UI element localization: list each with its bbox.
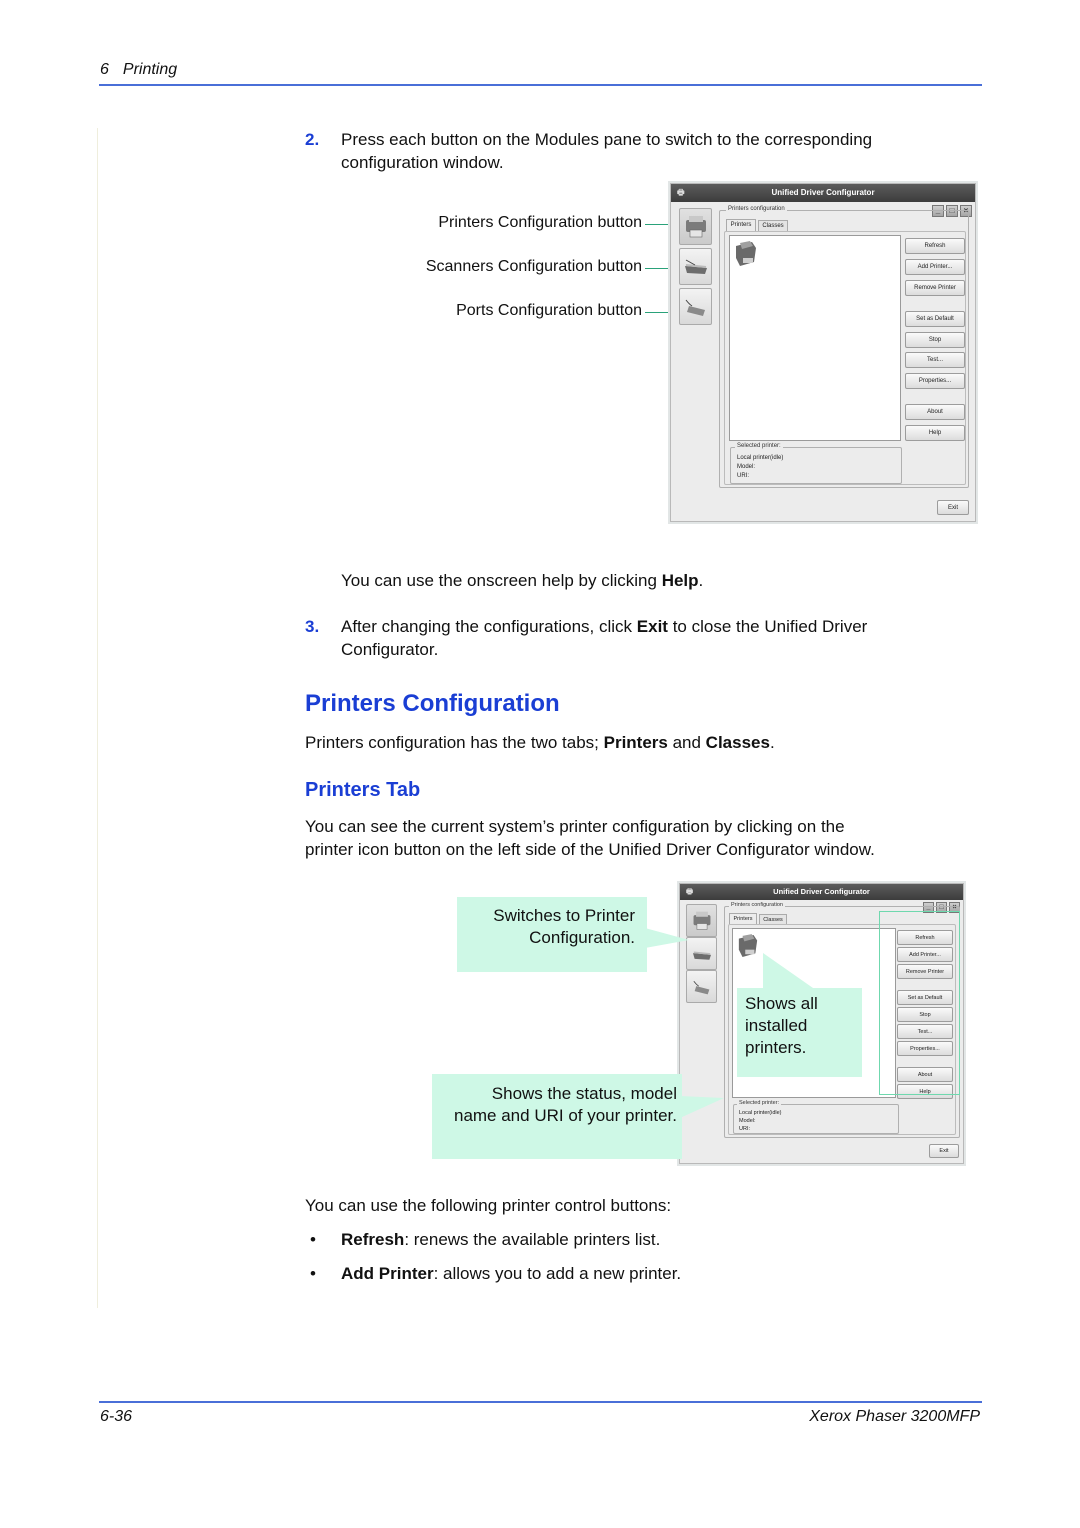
window-title: Unified Driver Configurator <box>773 887 870 896</box>
selected-printer-label: Selected printer: <box>737 1100 782 1106</box>
test-button[interactable]: Test... <box>905 352 965 368</box>
printer-uri: URI: <box>739 1126 750 1132</box>
product-name: Xerox Phaser 3200MFP <box>809 1408 980 1425</box>
printers-configuration-group: Printers configuration Printers Classes … <box>719 206 969 488</box>
subsection-title: Printers Tab <box>305 779 421 801</box>
tab-panel: Refresh Add Printer... Remove Printer Se… <box>724 231 966 485</box>
page-number: 6-36 <box>100 1408 133 1425</box>
footer-rule <box>99 1401 982 1403</box>
stop-button[interactable]: Stop <box>905 332 965 348</box>
installed-printer-icon[interactable] <box>734 240 758 268</box>
bullet-add-printer: • Add Printer: allows you to add a new pr… <box>310 1264 682 1283</box>
unified-driver-configurator-window: 🖶 Unified Driver Configurator _ □ × Prin… <box>670 183 976 522</box>
tab-printers[interactable]: Printers <box>729 913 757 924</box>
step-3-text: After changing the configurations, click… <box>341 617 868 659</box>
scanner-icon <box>692 951 711 960</box>
chapter-title: Printing <box>122 61 178 78</box>
section-title: Printers Configuration <box>305 690 560 717</box>
printer-list[interactable] <box>729 235 901 441</box>
ports-module-button[interactable] <box>679 288 712 325</box>
printer-status: Local printer(idle) <box>739 1110 782 1116</box>
section-intro: Printers configuration has the two tabs;… <box>305 733 775 752</box>
printer-status: Local printer(idle) <box>737 455 784 461</box>
help-button[interactable]: Help <box>905 425 965 441</box>
callout-ports-config: Ports Configuration button <box>456 302 642 319</box>
group-label: Printers configuration <box>729 902 785 908</box>
about-button[interactable]: About <box>905 404 965 420</box>
exit-button[interactable]: Exit <box>937 500 969 515</box>
scanner-icon <box>684 259 707 274</box>
set-as-default-button[interactable]: Set as Default <box>905 311 965 327</box>
add-printer-button[interactable]: Add Printer... <box>905 259 965 275</box>
callout-shows-all-printers: Shows all installed printers. <box>737 988 862 1077</box>
window-title: Unified Driver Configurator <box>771 188 875 197</box>
callout-switch-printer: Switches to Printer Configuration. <box>457 897 647 972</box>
selected-printer-label: Selected printer: <box>735 443 783 449</box>
step-2-number: 2. <box>305 130 320 149</box>
remove-printer-button[interactable]: Remove Printer <box>905 280 965 296</box>
printer-uri: URI: <box>737 473 749 479</box>
callout-printers-config: Printers Configuration button <box>438 214 642 231</box>
printer-icon <box>693 911 710 930</box>
selected-printer-group: Selected printer: Local printer(idle) Mo… <box>730 443 902 484</box>
callout-pointer <box>645 928 689 948</box>
title-bar: 🖶 Unified Driver Configurator _ □ × <box>680 884 963 913</box>
callout-scanners-config: Scanners Configuration button <box>425 258 642 275</box>
selected-printer-group: Selected printer: Local printer(idle) Mo… <box>733 1100 899 1134</box>
printers-module-button[interactable] <box>679 208 712 245</box>
bullet-refresh: • Refresh: renews the available printers … <box>310 1230 661 1249</box>
printer-icon <box>685 215 706 237</box>
printer-model: Model: <box>737 464 756 470</box>
controls-intro: You can use the following printer contro… <box>305 1196 672 1215</box>
step-2-text: Press each button on the Modules pane to… <box>341 130 873 172</box>
title-bar: 🖶 Unified Driver Configurator _ □ × <box>671 184 975 217</box>
running-header: 6 Printing <box>100 61 177 79</box>
margin-rule <box>97 128 98 1308</box>
printer-app-icon: 🖶 <box>677 188 685 197</box>
group-label: Printers configuration <box>726 206 787 212</box>
exit-button[interactable]: Exit <box>929 1144 959 1158</box>
ports-module-button[interactable] <box>686 970 717 1003</box>
printer-model: Model: <box>739 1118 756 1124</box>
chapter-number: 6 <box>100 61 109 78</box>
tab-printers[interactable]: Printers <box>726 219 756 231</box>
properties-button[interactable]: Properties... <box>905 373 965 389</box>
port-icon <box>685 299 705 316</box>
callout-status-model-uri: Shows the status, model name and URI of … <box>432 1074 682 1159</box>
scanners-module-button[interactable] <box>679 248 712 285</box>
step-3-number: 3. <box>305 617 320 636</box>
installed-printer-icon[interactable] <box>737 933 759 959</box>
refresh-button[interactable]: Refresh <box>905 238 965 254</box>
printers-module-button[interactable] <box>686 904 717 937</box>
printer-app-icon: 🖶 <box>686 887 694 896</box>
buttons-highlight <box>879 911 960 1095</box>
subsection-text: You can see the current system’s printer… <box>305 817 875 859</box>
scanners-module-button[interactable] <box>686 937 717 970</box>
help-note: You can use the onscreen help by clickin… <box>341 571 704 590</box>
header-rule <box>99 84 982 86</box>
callout-pointer <box>680 1096 724 1118</box>
port-icon <box>692 980 709 994</box>
